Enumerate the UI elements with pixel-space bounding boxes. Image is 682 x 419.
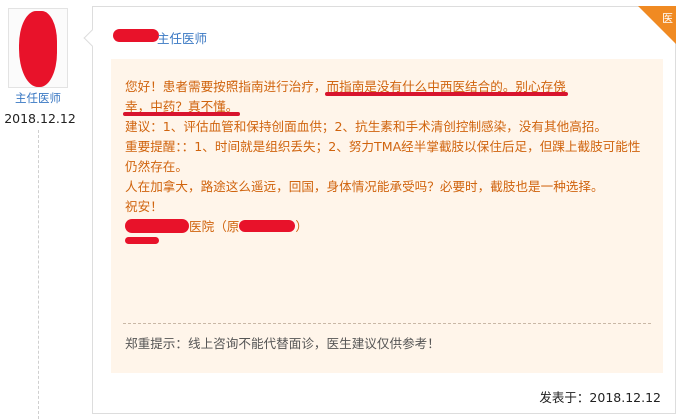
timeline-divider	[38, 130, 39, 419]
disclaimer-notice: 郑重提示：线上咨询不能代替面诊，医生建议仅供参考！	[125, 336, 440, 351]
posted-date: 发表于：2018.12.12	[539, 390, 661, 405]
card-pointer	[83, 29, 101, 47]
reply-message: 您好！患者需要按照指南进行治疗，而指南是没有什么中西医结合的。别心存侥 幸，中药…	[111, 59, 663, 373]
notice-divider	[123, 323, 651, 324]
message-greeting: 祝安！	[125, 199, 163, 214]
message-travel-note: 人在加拿大，路途这么遥远，回国，身体情况能承受吗？必要时，截肢也是一种选择。	[125, 179, 604, 194]
doctor-title-link[interactable]: 主任医师	[157, 28, 207, 47]
message-advice: 建议：1、评估血管和保持创面血供；2、抗生素和手术清创控制感染，没有其他高招。	[125, 119, 607, 134]
underlined-text: 而指南是没有什么中西医结合的。别心存侥	[326, 79, 566, 94]
doctor-corner-badge-text: 医	[662, 12, 673, 25]
message-reminder: 重要提醒：：1、时间就是组织丢失；2、努力TMA经半掌截肢以保住后足，但踝上截肢…	[125, 139, 641, 174]
reply-date: 2018.12.12	[4, 111, 76, 126]
hospital-redaction	[239, 220, 296, 232]
message-line-2: 幸，中药？真不懂。	[125, 97, 645, 117]
reply-card: 医 主任医师 您好！患者需要按照指南进行治疗，而指南是没有什么中西医结合的。别心…	[83, 6, 676, 414]
message-body: 您好！患者需要按照指南进行治疗，而指南是没有什么中西医结合的。别心存侥 幸，中药…	[125, 77, 645, 244]
underlined-text: 幸，中药？真不懂。	[125, 99, 239, 114]
avatar-redaction	[19, 11, 57, 87]
doctor-name-redaction	[113, 29, 159, 42]
hospital-redaction	[125, 219, 189, 233]
message-line-1: 您好！患者需要按照指南进行治疗，而指南是没有什么中西医结合的。别心存侥	[125, 79, 566, 94]
doctor-role-label[interactable]: 主任医师	[0, 90, 76, 106]
hospital-redaction	[125, 237, 159, 244]
hospital-signature: 医院（原）	[125, 217, 645, 244]
doctor-avatar[interactable]	[8, 8, 68, 88]
